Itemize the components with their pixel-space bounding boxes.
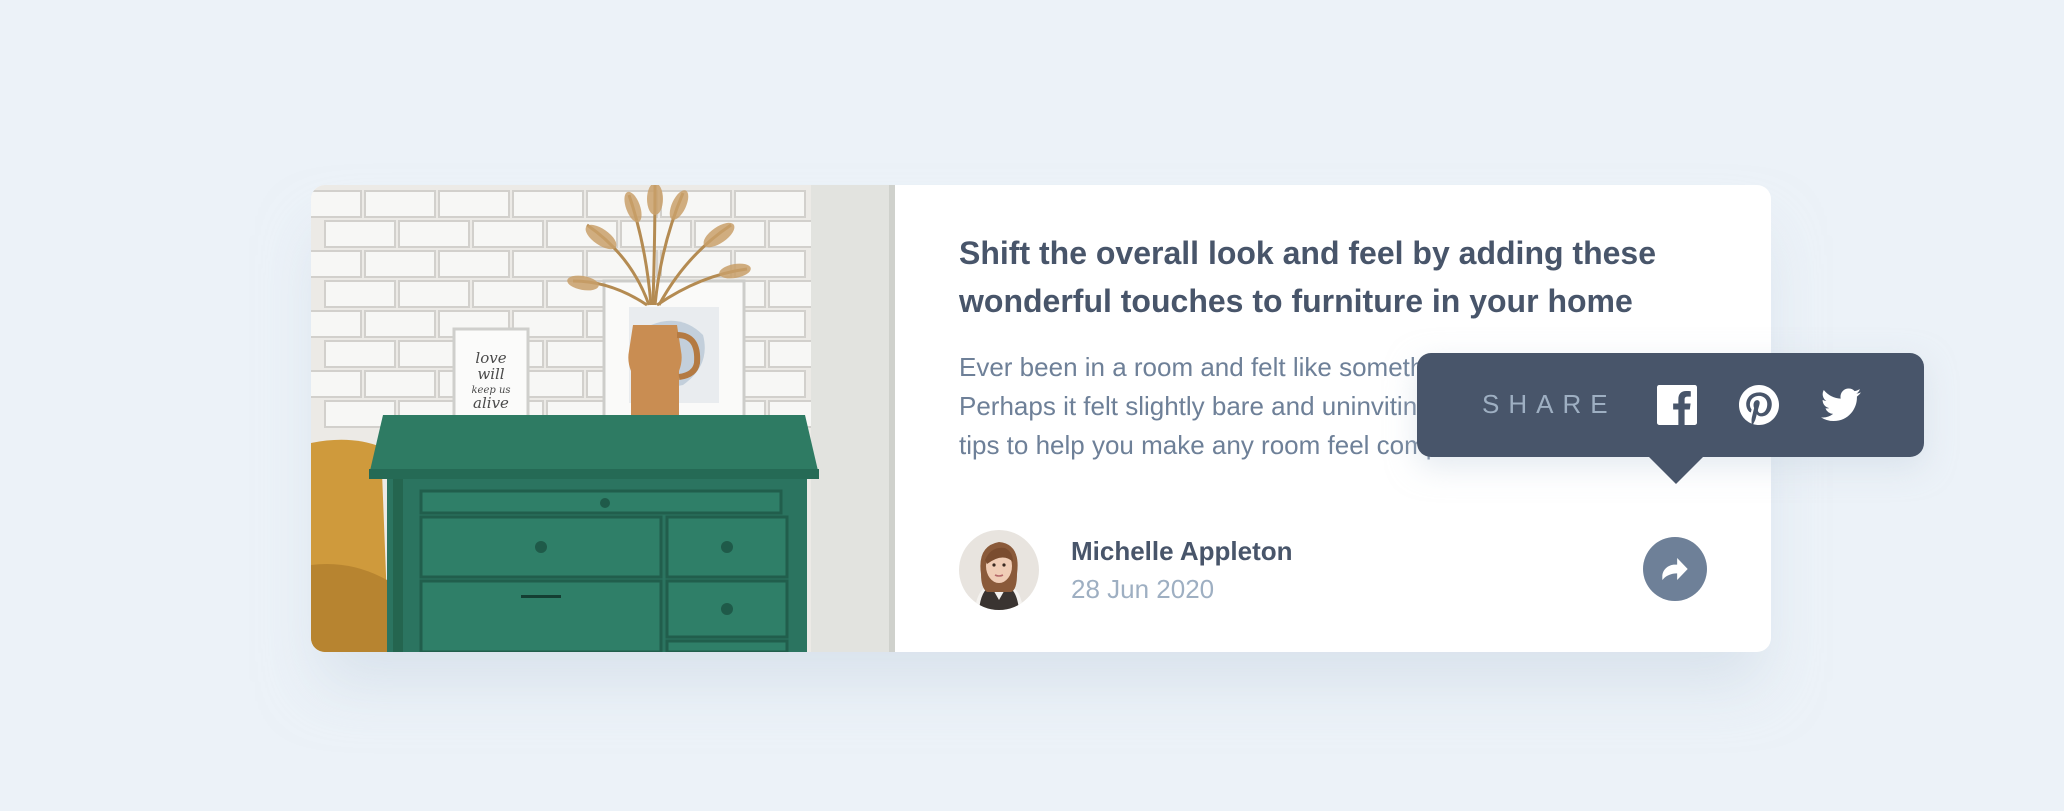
share-icon bbox=[1662, 558, 1688, 580]
drawers-photo: love will keep us alive bbox=[311, 185, 895, 652]
share-button[interactable] bbox=[1643, 537, 1707, 601]
author-name: Michelle Appleton bbox=[1071, 536, 1293, 566]
post-date: 28 Jun 2020 bbox=[1071, 574, 1215, 604]
twitter-icon[interactable] bbox=[1821, 385, 1861, 425]
facebook-icon[interactable] bbox=[1657, 385, 1697, 425]
frame-text-2: will bbox=[477, 365, 504, 383]
share-popup-arrow bbox=[1648, 456, 1704, 484]
article-title[interactable]: Shift the overall look and feel by addin… bbox=[959, 229, 1679, 325]
pinterest-icon[interactable] bbox=[1739, 385, 1779, 425]
avatar bbox=[959, 530, 1039, 610]
share-popup: SHARE bbox=[1417, 353, 1924, 484]
share-label: SHARE bbox=[1482, 389, 1617, 419]
frame-text-4: alive bbox=[473, 394, 509, 412]
